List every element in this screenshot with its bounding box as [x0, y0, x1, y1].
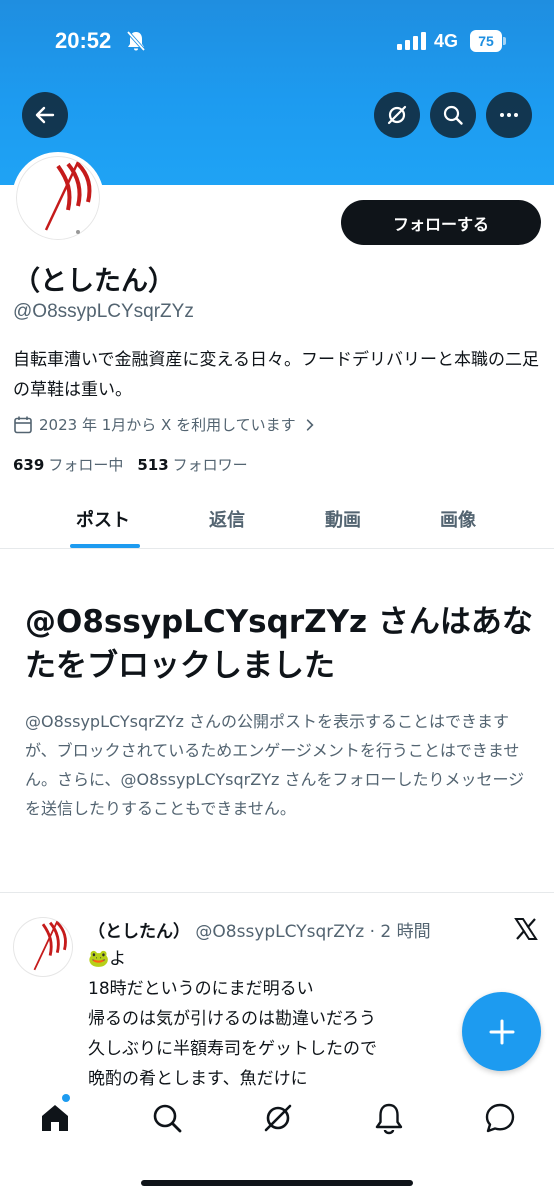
post-avatar[interactable] [13, 917, 73, 977]
nav-messages[interactable] [483, 1101, 517, 1135]
following-count: 639 [13, 456, 45, 474]
follow-button[interactable]: フォローする [341, 200, 541, 245]
status-time: 20:52 [55, 28, 112, 53]
active-tab-indicator [70, 544, 140, 548]
battery-icon: 75 [470, 30, 506, 52]
nav-notifications[interactable] [372, 1101, 406, 1135]
arrow-left-icon [35, 106, 55, 124]
compose-button[interactable] [462, 992, 541, 1071]
grok-icon [264, 1104, 292, 1132]
display-name: （としたん） [13, 266, 175, 297]
tab-images[interactable]: 画像 [440, 506, 476, 532]
home-icon [42, 1105, 68, 1131]
post-line: 帰るのは気が引けるのは勘違いだろう [88, 1009, 376, 1029]
nav-grok[interactable] [261, 1101, 295, 1135]
home-notification-dot [62, 1094, 70, 1102]
post-line: 18時だというのにまだ明るい [88, 979, 314, 999]
back-button[interactable] [22, 92, 68, 138]
followers-link[interactable]: 513 フォロワー [137, 454, 247, 475]
grok-button[interactable] [374, 92, 420, 138]
search-icon [443, 105, 463, 125]
scythe-logo-image [33, 920, 67, 971]
more-button[interactable] [486, 92, 532, 138]
calendar-icon [14, 416, 32, 433]
blocked-title: @O8ssypLCYsqrZYz さんはあなたをブロックしました [25, 604, 533, 684]
followers-label: フォロワー [172, 456, 248, 474]
profile-tabs: ポスト 返信 動画 画像 [0, 496, 554, 549]
messages-icon [485, 1103, 515, 1133]
tab-replies[interactable]: 返信 [209, 506, 245, 532]
x-logo-icon [514, 918, 538, 940]
grok-icon [387, 105, 407, 125]
blocked-description: @O8ssypLCYsqrZYz さんの公開ポストを表示することはできますが、ブ… [25, 712, 525, 818]
nav-search[interactable] [150, 1101, 184, 1135]
search-icon [153, 1104, 182, 1133]
bell-off-icon [126, 30, 146, 52]
signal-icon [397, 32, 426, 50]
post-line: 久しぶりに半額寿司をゲットしたので [88, 1039, 377, 1059]
post-author-name[interactable]: （としたん） [88, 922, 190, 942]
joined-text: 2023 年 1月から X を利用しています [39, 416, 296, 434]
handle: @O8ssypLCYsqrZYz [13, 301, 194, 322]
bell-icon [375, 1103, 403, 1135]
post-header: （としたん） @O8ssypLCYsqrZYz · 2 時間 [88, 917, 431, 942]
plus-icon [489, 1019, 514, 1044]
following-label: フォロー中 [48, 456, 124, 474]
bio: 自転車漕いで金融資産に変える日々。フードデリバリーと本職の二足の草鞋は重い。 [13, 350, 539, 400]
follow-stats: 639 フォロー中 513 フォロワー [13, 454, 248, 475]
post-meta: @O8ssypLCYsqrZYz · 2 時間 [195, 922, 431, 942]
search-button[interactable] [430, 92, 476, 138]
scythe-logo-image [44, 161, 92, 234]
post-line: 🐸よ [88, 949, 127, 969]
nav-home[interactable] [38, 1101, 72, 1135]
tab-posts[interactable]: ポスト [76, 506, 130, 532]
followers-count: 513 [137, 456, 169, 474]
following-link[interactable]: 639 フォロー中 [13, 454, 123, 475]
profile-avatar[interactable] [12, 152, 104, 244]
chevron-right-icon [306, 418, 314, 431]
tab-videos[interactable]: 動画 [325, 506, 361, 532]
divider [0, 892, 554, 893]
battery-level: 75 [470, 30, 502, 52]
network-type: 4G [434, 31, 459, 51]
post-text[interactable]: 🐸よ 18時だというのにまだ明るい 帰るのは気が引けるのは勘違いだろう 久しぶり… [88, 944, 377, 1094]
status-bar: 20:52 4G 75 [0, 0, 554, 84]
more-horizontal-icon [500, 113, 518, 117]
joined-date[interactable]: 2023 年 1月から X を利用しています [13, 414, 318, 435]
home-indicator [141, 1180, 413, 1186]
